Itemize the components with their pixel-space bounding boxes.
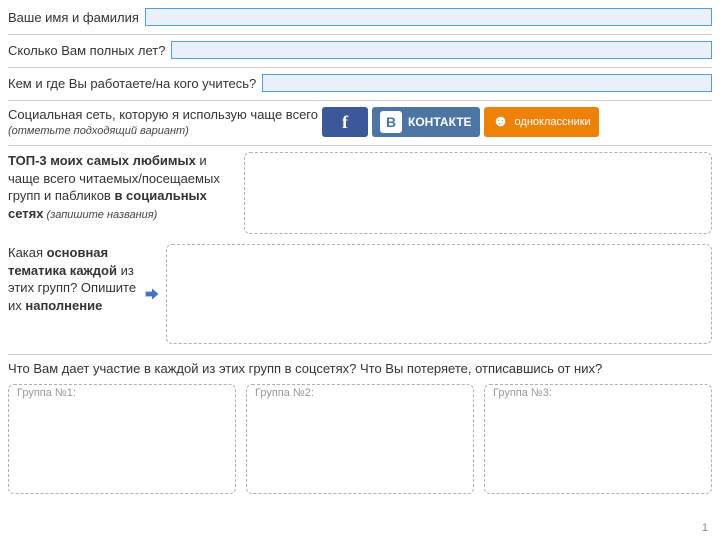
ok-text: одноклассники xyxy=(515,116,591,128)
top3-hint: (запишите названия) xyxy=(43,209,157,221)
page-number: 1 xyxy=(702,522,708,534)
work-input[interactable] xyxy=(262,74,712,92)
top3-input-box[interactable] xyxy=(244,152,712,234)
name-row: Ваше имя и фамилия xyxy=(8,8,712,26)
name-input[interactable] xyxy=(145,8,712,26)
topic-b2: наполнение xyxy=(25,298,102,313)
facebook-icon: f xyxy=(342,112,348,133)
topic-t1: Какая xyxy=(8,245,47,260)
social-badges: f B КОНТАКТЕ ☻ одноклассники xyxy=(322,107,599,137)
group1-box[interactable]: Группа №1: xyxy=(8,384,236,494)
separator xyxy=(8,100,712,101)
group3-box[interactable]: Группа №3: xyxy=(484,384,712,494)
ok-icon: ☻ xyxy=(492,113,510,131)
top3-label: ТОП-3 моих самых любимых и чаще всего чи… xyxy=(8,152,238,234)
separator xyxy=(8,34,712,35)
separator xyxy=(8,145,712,146)
arrow-right-icon xyxy=(144,244,160,344)
groups-row: Группа №1: Группа №2: Группа №3: xyxy=(8,384,712,494)
social-question-block: Социальная сеть, которую я использую чащ… xyxy=(8,107,318,137)
topic-input-box[interactable] xyxy=(166,244,712,344)
separator xyxy=(8,67,712,68)
social-hint: (отметьте подходящий вариант) xyxy=(8,125,189,137)
group2-box[interactable]: Группа №2: xyxy=(246,384,474,494)
group1-title: Группа №1: xyxy=(17,387,76,399)
top3-bold1: ТОП-3 моих самых любимых xyxy=(8,153,196,168)
vkontakte-badge[interactable]: B КОНТАКТЕ xyxy=(372,107,480,137)
work-label: Кем и где Вы работаете/на кого учитесь? xyxy=(8,76,256,91)
participation-question: Что Вам дает участие в каждой из этих гр… xyxy=(8,361,712,376)
social-question: Социальная сеть, которую я использую чащ… xyxy=(8,107,318,122)
top3-row: ТОП-3 моих самых любимых и чаще всего чи… xyxy=(8,152,712,234)
group2-title: Группа №2: xyxy=(255,387,314,399)
social-row: Социальная сеть, которую я использую чащ… xyxy=(8,107,712,137)
separator xyxy=(8,354,712,355)
topic-label: Какая основная тематика каждой из этих г… xyxy=(8,244,138,344)
odnoklassniki-badge[interactable]: ☻ одноклассники xyxy=(484,107,599,137)
name-label: Ваше имя и фамилия xyxy=(8,10,139,25)
vk-icon: B xyxy=(380,111,402,133)
work-row: Кем и где Вы работаете/на кого учитесь? xyxy=(8,74,712,92)
group3-title: Группа №3: xyxy=(493,387,552,399)
age-input[interactable] xyxy=(171,41,712,59)
age-row: Сколько Вам полных лет? xyxy=(8,41,712,59)
facebook-badge[interactable]: f xyxy=(322,107,368,137)
topic-row: Какая основная тематика каждой из этих г… xyxy=(8,244,712,344)
vk-text: КОНТАКТЕ xyxy=(408,115,472,129)
age-label: Сколько Вам полных лет? xyxy=(8,43,165,58)
